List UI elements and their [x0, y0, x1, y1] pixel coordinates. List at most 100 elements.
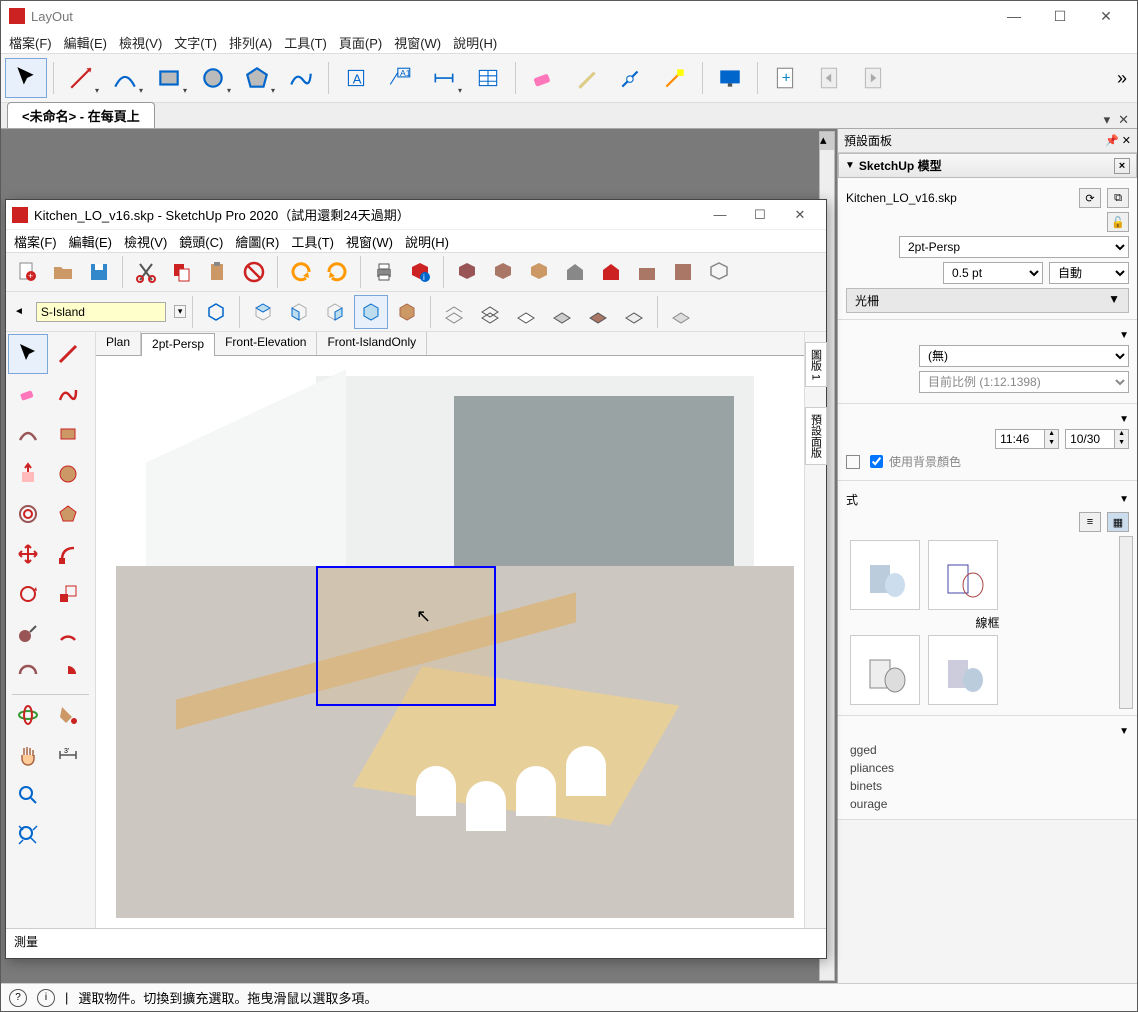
scene-dropdown-icon[interactable]: ▾: [174, 305, 187, 318]
document-tab[interactable]: <未命名> - 在每頁上: [7, 102, 155, 128]
menu-view[interactable]: 檢視(V): [119, 33, 162, 52]
su-paint-tool[interactable]: [48, 695, 88, 735]
text-tool[interactable]: A: [335, 58, 377, 98]
su-2ptarc-tool[interactable]: [48, 614, 88, 654]
tab-close-icon[interactable]: ✕: [1118, 112, 1129, 128]
tray-1[interactable]: 圖版 1: [805, 342, 827, 387]
section-sketchup-model[interactable]: ▼ SketchUp 模型 ×: [838, 153, 1137, 178]
scene-select[interactable]: 2pt-Persp: [899, 236, 1129, 258]
scene-tab-front[interactable]: Front-Elevation: [215, 332, 317, 355]
su-layout-button[interactable]: [666, 255, 700, 289]
su-pan-tool[interactable]: [8, 735, 48, 775]
style-shaded-button[interactable]: [545, 295, 579, 329]
su-pie-tool[interactable]: [48, 654, 88, 694]
su-save-button[interactable]: [82, 255, 116, 289]
su-menu-view[interactable]: 檢視(V): [124, 232, 167, 251]
style-tool[interactable]: [566, 58, 608, 98]
time-field[interactable]: ▲▼: [995, 429, 1059, 449]
layout-canvas[interactable]: ▴ Kitchen_LO_v16.skp - SketchUp Pro 2020…: [1, 129, 837, 983]
prev-page-button[interactable]: [808, 58, 850, 98]
su-ext2-button[interactable]: [630, 255, 664, 289]
collapse-icon-4[interactable]: ▼: [1119, 726, 1129, 737]
su-menu-draw[interactable]: 繪圖(R): [235, 232, 279, 251]
view-right-button[interactable]: [318, 295, 352, 329]
su-scale-tool[interactable]: [48, 574, 88, 614]
su-share-button[interactable]: [522, 255, 556, 289]
menu-file[interactable]: 檔案(F): [9, 33, 52, 52]
tab-dropdown-icon[interactable]: ▾: [1104, 112, 1111, 128]
add-page-button[interactable]: +: [764, 58, 806, 98]
su-ext-button[interactable]: [594, 255, 628, 289]
tag-item[interactable]: ourage: [846, 795, 1129, 813]
grid-view-button[interactable]: ▦: [1107, 512, 1129, 532]
su-circle-tool[interactable]: [48, 454, 88, 494]
menu-help[interactable]: 說明(H): [453, 33, 497, 52]
su-ext3-button[interactable]: [702, 255, 736, 289]
join-tool[interactable]: [654, 58, 696, 98]
su-3ptarc-tool[interactable]: [8, 654, 48, 694]
styles-scrollbar[interactable]: [1119, 536, 1133, 709]
su-offset-tool[interactable]: [8, 494, 48, 534]
sketchup-viewport[interactable]: ↖: [96, 356, 804, 928]
su-select-tool[interactable]: [8, 334, 48, 374]
dimension-tool[interactable]: ▾: [423, 58, 465, 98]
view-back-button[interactable]: [354, 295, 388, 329]
list-view-button[interactable]: ≡: [1079, 512, 1101, 532]
scene-prev-icon[interactable]: ◄: [14, 306, 24, 317]
style-wire-button[interactable]: [473, 295, 507, 329]
su-menu-file[interactable]: 檔案(F): [14, 232, 57, 251]
refresh-button[interactable]: ⟳: [1079, 188, 1101, 208]
maximize-button[interactable]: ☐: [1037, 1, 1083, 31]
scene-combo[interactable]: [36, 302, 166, 322]
close-button[interactable]: ✕: [1083, 1, 1129, 31]
su-maximize-button[interactable]: ☐: [740, 207, 780, 223]
status-icon-1[interactable]: ?: [9, 989, 27, 1007]
su-3dwh-button[interactable]: [558, 255, 592, 289]
next-page-button[interactable]: [852, 58, 894, 98]
su-menu-help[interactable]: 說明(H): [405, 232, 449, 251]
style-thumb-3[interactable]: [850, 635, 920, 705]
minimize-button[interactable]: —: [991, 1, 1037, 31]
su-warehouse-button[interactable]: [450, 255, 484, 289]
style-tex-button[interactable]: [581, 295, 615, 329]
label-tool[interactable]: A1: [379, 58, 421, 98]
section-close-icon[interactable]: ×: [1114, 158, 1130, 174]
line-tool[interactable]: ▾: [60, 58, 102, 98]
style-thumb-4[interactable]: [928, 635, 998, 705]
su-rotate-tool[interactable]: [8, 574, 48, 614]
su-open-button[interactable]: [46, 255, 80, 289]
su-poly-tool[interactable]: [48, 494, 88, 534]
menu-arrange[interactable]: 排列(A): [229, 33, 272, 52]
scale-current-select[interactable]: 目前比例 (1:12.1398): [919, 371, 1129, 393]
presentation-tool[interactable]: [709, 58, 751, 98]
line-weight-select[interactable]: 0.5 pt: [943, 262, 1043, 284]
su-menu-tools[interactable]: 工具(T): [291, 232, 334, 251]
su-paste-button[interactable]: [201, 255, 235, 289]
tray-2[interactable]: 預設面版: [805, 407, 827, 465]
su-move-tool[interactable]: [8, 534, 48, 574]
su-pushpull-tool[interactable]: [8, 454, 48, 494]
rectangle-tool[interactable]: ▾: [148, 58, 190, 98]
style-extra-button[interactable]: [664, 295, 698, 329]
split-tool[interactable]: [610, 58, 652, 98]
scene-tab-plan[interactable]: Plan: [96, 332, 141, 355]
su-dimension-tool[interactable]: 3': [48, 735, 88, 775]
table-tool[interactable]: [467, 58, 509, 98]
raster-row[interactable]: 光柵 ▼: [846, 288, 1129, 313]
link-button[interactable]: ⧉: [1107, 188, 1129, 208]
circle-tool[interactable]: ▾: [192, 58, 234, 98]
su-line-tool[interactable]: [48, 334, 88, 374]
style-thumb-2[interactable]: [928, 540, 998, 610]
su-eraser-tool[interactable]: [8, 374, 48, 414]
scene-tab-2pt[interactable]: 2pt-Persp: [141, 333, 215, 356]
su-freehand-tool[interactable]: [48, 374, 88, 414]
style-xray-button[interactable]: [437, 295, 471, 329]
su-zoom-tool[interactable]: [8, 775, 48, 815]
collapse-icon[interactable]: ▼: [1119, 330, 1129, 341]
su-cut-button[interactable]: [129, 255, 163, 289]
view-front-button[interactable]: [282, 295, 316, 329]
su-menu-camera[interactable]: 鏡頭(C): [179, 232, 223, 251]
style-mono-button[interactable]: [617, 295, 651, 329]
su-rect-tool[interactable]: [48, 414, 88, 454]
view-iso-button[interactable]: [199, 295, 233, 329]
